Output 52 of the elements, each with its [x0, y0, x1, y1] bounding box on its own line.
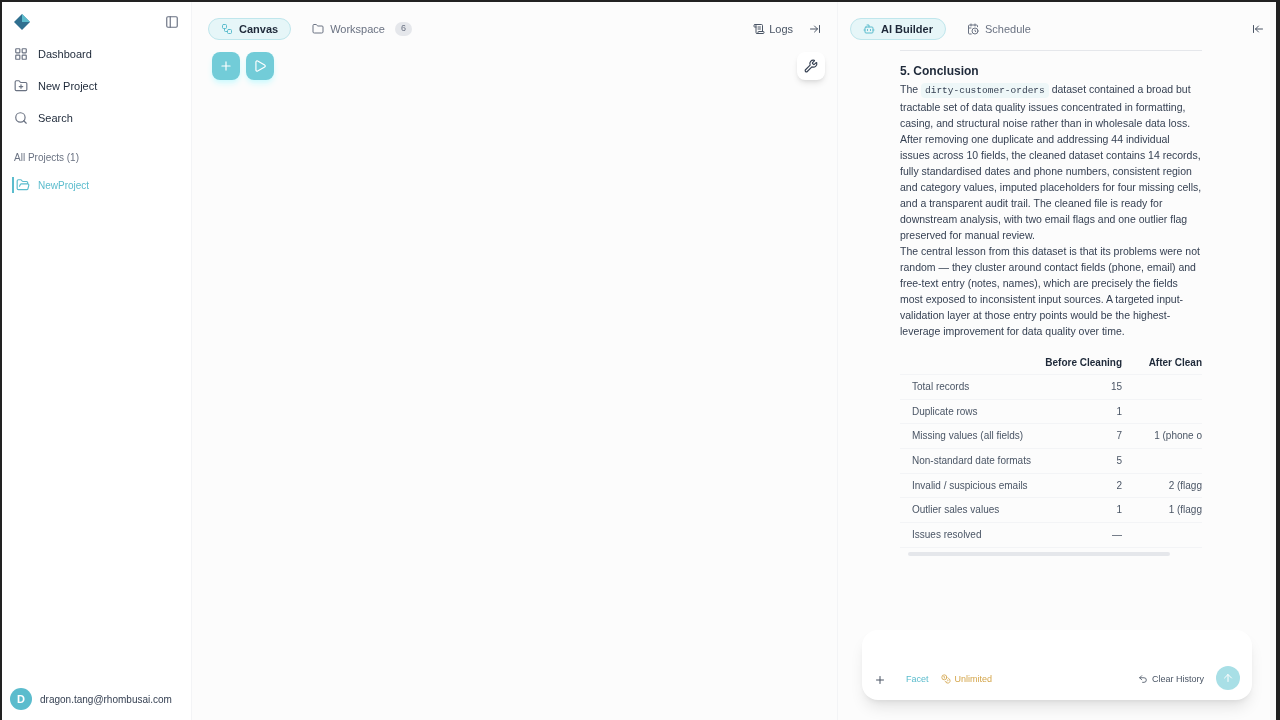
tab[interactable]: Schedule: [953, 18, 1044, 40]
table-cell-text: Outlier sales values: [911, 503, 1001, 518]
count-badge: 6: [394, 22, 412, 36]
table-cell-text: 15: [1109, 379, 1122, 394]
clear-history-button[interactable]: Clear History: [1138, 672, 1204, 686]
run-button[interactable]: [246, 52, 274, 80]
plus-icon[interactable]: [874, 674, 886, 686]
expand-icon[interactable]: [1252, 23, 1264, 35]
dashboard-icon: [14, 47, 28, 61]
search-icon: [14, 111, 28, 125]
scroll-icon: [753, 23, 766, 35]
nav-item[interactable]: Dashboard: [14, 42, 179, 66]
table-cell: 1 (phone o: [1154, 430, 1202, 442]
add-button[interactable]: [212, 52, 240, 80]
arrow-up-icon: [1222, 672, 1234, 684]
table-cell-text: 7: [1115, 429, 1122, 444]
section-heading: 5. Conclusion: [900, 63, 980, 79]
nav-item[interactable]: Search: [14, 106, 179, 130]
table-cell: 1 (flagg: [1168, 504, 1202, 516]
paragraph: The central lesson from this dataset is that its problems were not random — they cluster around contact fields (phone, email) and free-text entry (notes, names), which are precisely the fields most exposed to inconsistent input sources. A targeted input-validation layer at those entry points would be the highest-leverage improvement for data quality over time.: [900, 244, 1201, 339]
user-email: dragon.tang@rhombusai.com: [40, 692, 172, 707]
table-cell-text: 2: [1115, 478, 1122, 493]
section-heading: All Projects (1): [13, 151, 80, 165]
sidebar-toggle-icon[interactable]: [165, 15, 179, 29]
table-cell-text: Total records: [911, 379, 971, 394]
wrench-icon: [804, 59, 818, 73]
tab[interactable]: Canvas: [208, 18, 292, 40]
tab[interactable]: AI Builder: [850, 18, 946, 40]
table-cell-text: Duplicate rows: [911, 404, 979, 419]
table-cell: 2 (flagg: [1168, 479, 1202, 491]
table-cell-text: 1: [1115, 503, 1122, 518]
table-cell-text: —: [1111, 527, 1122, 542]
logo-icon: [14, 14, 30, 30]
tab[interactable]: Workspace 6: [299, 18, 425, 40]
table-cell-text: 1: [1115, 404, 1122, 419]
column-header: After Clean: [1147, 355, 1202, 370]
table-cell-text: Non-standard date formats: [911, 453, 1032, 468]
nav-item[interactable]: New Project: [14, 74, 179, 98]
collapse-icon[interactable]: [809, 23, 821, 35]
logs-button[interactable]: Logs: [753, 20, 793, 38]
table-cell-text: Issues resolved: [911, 527, 983, 542]
paragraph: The dirty-customer-orders dataset contained a broad but tractable set of data quality issues concentrated in formatting, casing, and structural noise rather than in wholesale data loss. After removing one duplicate and addressing 44 individual issues across 10 fields, the cleaned dataset contains 14 records, fully standardised dates and phone numbers, consistent region and category values, imputed placeholders for four missing cells, and a transparent audit trail. The cleaned file is ready for downstream analysis, with two email flags and one outlier flag preserved for manual review.: [900, 82, 1202, 243]
table-cell-text: Invalid / suspicious emails: [911, 478, 1029, 493]
plus-icon: [219, 59, 233, 73]
table-cell-text: Missing values (all fields): [911, 429, 1025, 444]
column-header: Before Cleaning: [1044, 355, 1122, 370]
tools-button[interactable]: [797, 52, 825, 80]
coins-icon: [940, 674, 951, 685]
table-cell-text: 5: [1115, 453, 1122, 468]
undo-icon: [1138, 674, 1148, 685]
play-icon: [253, 59, 267, 73]
folder-icon: [16, 178, 30, 192]
